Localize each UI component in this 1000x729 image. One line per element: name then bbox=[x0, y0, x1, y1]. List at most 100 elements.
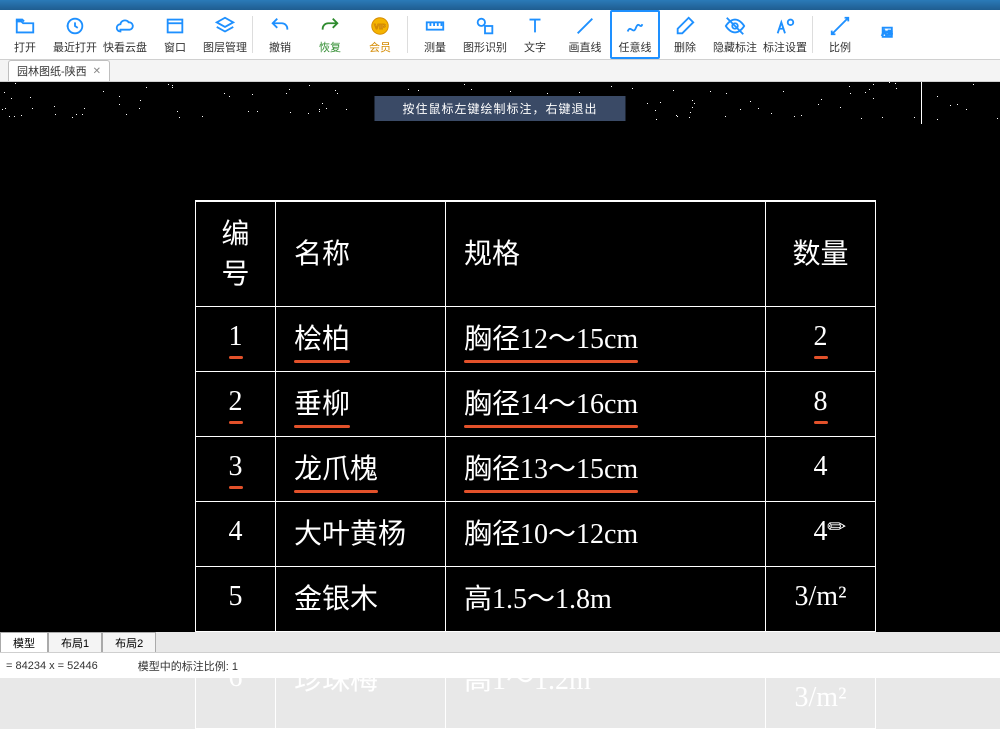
cell-name: 垂柳 bbox=[276, 372, 446, 437]
layout-tab[interactable]: 布局2 bbox=[102, 632, 156, 653]
toolbar-label: 文字 bbox=[524, 39, 546, 55]
table-header-spec: 规格 bbox=[446, 201, 766, 307]
table-header-name: 名称 bbox=[276, 201, 446, 307]
toolbar-label: 隐藏标注 bbox=[713, 39, 757, 55]
cell-spec: 胸径12～15cm bbox=[446, 307, 766, 372]
cell-name: 龙爪槐 bbox=[276, 437, 446, 502]
zoomfit-button[interactable]: A:B bbox=[865, 10, 915, 59]
scale-button[interactable]: 比例 bbox=[815, 10, 865, 59]
cell-spec: 胸径10～12cm bbox=[446, 502, 766, 567]
table-row: 2垂柳胸径14～16cm8 bbox=[196, 372, 876, 437]
cell-id: 5 bbox=[196, 567, 276, 632]
table-row: 4大叶黄杨胸径10～12cm4 bbox=[196, 502, 876, 567]
text-icon bbox=[524, 15, 546, 37]
status-ratio: 模型中的标注比例: 1 bbox=[138, 658, 238, 674]
main-toolbar: 打开 最近打开快看云盘 窗口 图层管理 撤销 恢复 VIP 会员 测量 图形识别 文字 画直线 任意线 删… bbox=[0, 10, 1000, 60]
toolbar-label: 测量 bbox=[424, 39, 446, 55]
window-icon bbox=[164, 15, 186, 37]
window-button[interactable]: 窗口 bbox=[150, 10, 200, 59]
drawing-canvas[interactable]: 按住鼠标左键绘制标注，右键退出 编号名称规格数量1桧柏胸径12～15cm22垂柳… bbox=[0, 82, 1000, 678]
measure-button[interactable]: 测量 bbox=[410, 10, 460, 59]
toolbar-separator bbox=[812, 16, 813, 53]
cell-name: 金银木 bbox=[276, 567, 446, 632]
document-tabs: 园林图纸-陕西 ✕ bbox=[0, 60, 1000, 82]
svg-text:VIP: VIP bbox=[374, 21, 386, 30]
layers-icon bbox=[214, 15, 236, 37]
table-header-id: 编号 bbox=[196, 201, 276, 307]
cloud-button[interactable]: 快看云盘 bbox=[100, 10, 150, 59]
toolbar-label: 标注设置 bbox=[763, 39, 807, 55]
cell-qty: 4 bbox=[766, 502, 876, 567]
freeline-button[interactable]: 任意线 bbox=[610, 10, 660, 59]
hint-banner: 按住鼠标左键绘制标注，右键退出 bbox=[374, 96, 625, 121]
toolbar-label: 画直线 bbox=[569, 39, 602, 55]
cloud-icon bbox=[114, 15, 136, 37]
cell-spec: 胸径13～15cm bbox=[446, 437, 766, 502]
layout-tab[interactable]: 布局1 bbox=[48, 632, 102, 653]
toolbar-label: 恢复 bbox=[319, 39, 341, 55]
table-row: 1桧柏胸径12～15cm2 bbox=[196, 307, 876, 372]
toolbar-label: 任意线 bbox=[619, 39, 652, 55]
anno-set-button[interactable]: 标注设置 bbox=[760, 10, 810, 59]
toolbar-label: 快看云盘 bbox=[103, 39, 147, 55]
cell-name: 桧柏 bbox=[276, 307, 446, 372]
vip-button[interactable]: VIP 会员 bbox=[355, 10, 405, 59]
document-tab-title: 园林图纸-陕西 bbox=[17, 63, 87, 79]
cell-id: 4 bbox=[196, 502, 276, 567]
ruler-icon bbox=[424, 15, 446, 37]
toolbar-label: 打开 bbox=[14, 39, 36, 55]
cell-id: 3 bbox=[196, 437, 276, 502]
cell-qty: 2 bbox=[766, 307, 876, 372]
eye-off-icon bbox=[724, 15, 746, 37]
freeline-icon bbox=[624, 15, 646, 37]
recognize-button[interactable]: 图形识别 bbox=[460, 10, 510, 59]
scale-icon bbox=[829, 15, 851, 37]
table-row: 5金银木高1.5～1.8m3/m² bbox=[196, 567, 876, 632]
layout-tab[interactable]: 模型 bbox=[0, 632, 48, 653]
anno-set-icon bbox=[774, 15, 796, 37]
toolbar-separator bbox=[407, 16, 408, 53]
toolbar-label: 最近打开 bbox=[53, 39, 97, 55]
line-button[interactable]: 画直线 bbox=[560, 10, 610, 59]
toolbar-label: 撤销 bbox=[269, 39, 291, 55]
toolbar-label: 图层管理 bbox=[203, 39, 247, 55]
eraser-icon bbox=[674, 15, 696, 37]
cell-qty: 8 bbox=[766, 372, 876, 437]
toolbar-label: 窗口 bbox=[164, 39, 186, 55]
undo-icon bbox=[269, 15, 291, 37]
redo-icon bbox=[319, 15, 341, 37]
cell-qty: 3/m² bbox=[766, 567, 876, 632]
cell-spec: 胸径14～16cm bbox=[446, 372, 766, 437]
cell-name: 大叶黄杨 bbox=[276, 502, 446, 567]
toolbar-label: 图形识别 bbox=[463, 39, 507, 55]
line-icon bbox=[574, 15, 596, 37]
shapes-icon bbox=[474, 15, 496, 37]
table-row: 3龙爪槐胸径13～15cm4 bbox=[196, 437, 876, 502]
undo-button[interactable]: 撤销 bbox=[255, 10, 305, 59]
toolbar-separator bbox=[252, 16, 253, 53]
status-coords: = 84234 x = 52446 bbox=[6, 660, 98, 672]
folder-open-icon bbox=[14, 15, 36, 37]
vip-icon: VIP bbox=[369, 15, 391, 37]
crosshair-vertical bbox=[921, 82, 922, 124]
recent-button[interactable]: 最近打开 bbox=[50, 10, 100, 59]
history-icon bbox=[64, 15, 86, 37]
layers-button[interactable]: 图层管理 bbox=[200, 10, 250, 59]
cell-id: 1 bbox=[196, 307, 276, 372]
redo-button[interactable]: 恢复 bbox=[305, 10, 355, 59]
title-strip bbox=[0, 0, 1000, 10]
close-icon[interactable]: ✕ bbox=[93, 66, 101, 77]
toolbar-label: 删除 bbox=[674, 39, 696, 55]
status-bar: = 84234 x = 52446 模型中的标注比例: 1 bbox=[0, 652, 1000, 678]
delete-button[interactable]: 删除 bbox=[660, 10, 710, 59]
document-tab[interactable]: 园林图纸-陕西 ✕ bbox=[8, 60, 110, 81]
text-button[interactable]: 文字 bbox=[510, 10, 560, 59]
cell-spec: 高1.5～1.8m bbox=[446, 567, 766, 632]
toolbar-label: 比例 bbox=[829, 39, 851, 55]
hide-anno-button[interactable]: 隐藏标注 bbox=[710, 10, 760, 59]
zoom-icon: A:B bbox=[879, 24, 901, 46]
open-button[interactable]: 打开 bbox=[0, 10, 50, 59]
layout-tabs: 模型布局1布局2 bbox=[0, 632, 1000, 652]
toolbar-label: 会员 bbox=[369, 39, 391, 55]
svg-text:A:B: A:B bbox=[882, 30, 892, 37]
